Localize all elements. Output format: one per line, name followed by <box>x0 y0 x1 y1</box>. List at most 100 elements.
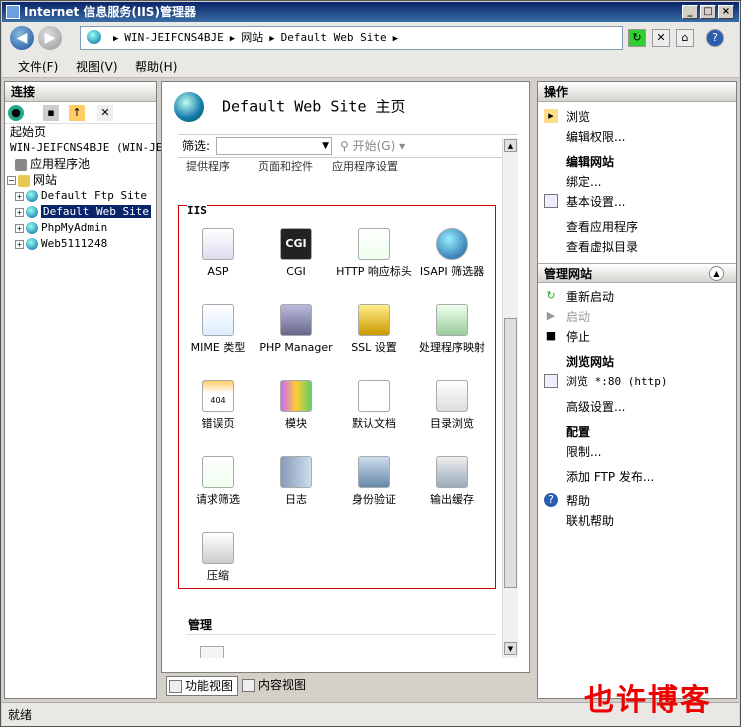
minimize-button[interactable]: _ <box>682 5 698 19</box>
scroll-thumb[interactable] <box>504 318 517 588</box>
action-basic-settings[interactable]: 基本设置... <box>566 193 625 210</box>
binoculars-icon: ⚲ <box>340 139 353 153</box>
disconnect-icon[interactable]: ✕ <box>97 105 113 121</box>
menu-file[interactable]: 文件(F) <box>18 58 58 75</box>
address-segment-site[interactable]: Default Web Site <box>281 31 387 44</box>
tab-features-view[interactable]: 功能视图 <box>166 676 239 696</box>
feature-default-document[interactable]: 默认文档 <box>335 380 413 430</box>
feature-compression[interactable]: 压缩 <box>179 532 257 582</box>
start-filter-button[interactable]: ⚲ 开始(G) ▾ <box>340 135 405 157</box>
action-restart[interactable]: 重新启动 <box>566 288 614 305</box>
connect-icon[interactable]: ● <box>8 105 24 121</box>
action-advanced-settings[interactable]: 高级设置... <box>566 398 625 415</box>
default-document-icon <box>358 380 390 412</box>
tree-app-pools[interactable]: 应用程序池 <box>5 156 156 172</box>
configuration-editor-icon[interactable] <box>200 646 224 658</box>
collapse-icon[interactable]: − <box>7 176 16 185</box>
globe-icon <box>26 238 38 250</box>
save-icon[interactable]: ▪ <box>43 105 59 121</box>
help-icon[interactable]: ? <box>706 29 724 47</box>
expand-icon[interactable]: + <box>15 223 24 233</box>
tree-site-item[interactable]: + Web5111248 <box>5 236 156 252</box>
feature-modules[interactable]: 模块 <box>257 380 335 430</box>
action-limits[interactable]: 限制... <box>566 443 601 460</box>
expand-icon[interactable]: + <box>15 239 24 249</box>
cut-feature-label[interactable]: 应用程序设置 <box>332 158 398 174</box>
output-caching-icon <box>436 456 468 488</box>
back-button[interactable]: ◀ <box>10 26 34 50</box>
tree-sites[interactable]: − 网站 <box>5 172 156 188</box>
app-pool-icon <box>15 158 27 171</box>
php-manager-icon <box>280 304 312 336</box>
feature-isapi-filters[interactable]: ISAPI 筛选器 <box>413 228 491 278</box>
cut-feature-label[interactable]: 页面和控件 <box>258 158 313 174</box>
feature-cgi[interactable]: CGI CGI <box>257 228 335 278</box>
expand-icon[interactable]: + <box>15 207 24 217</box>
close-button[interactable]: × <box>718 5 734 19</box>
browse-folder-icon: ▸ <box>544 109 558 123</box>
feature-authentication[interactable]: 身份验证 <box>335 456 413 506</box>
window-title: Internet 信息服务(IIS)管理器 <box>24 5 196 19</box>
feature-error-pages[interactable]: 404 错误页 <box>179 380 257 430</box>
tree-site-item[interactable]: + Default Ftp Site <box>5 188 156 204</box>
filter-input[interactable]: ▼ <box>216 137 332 155</box>
http-headers-icon <box>358 228 390 260</box>
action-view-applications[interactable]: 查看应用程序 <box>566 218 638 235</box>
tab-content-view[interactable]: 内容视图 <box>240 676 306 696</box>
connections-title: 连接 <box>5 82 156 102</box>
menu-bar: 文件(F) 视图(V) 帮助(H) <box>2 54 739 78</box>
action-edit-permissions[interactable]: 编辑权限... <box>566 128 625 145</box>
scroll-down-icon[interactable]: ▼ <box>504 642 517 655</box>
action-stop[interactable]: 停止 <box>566 328 590 345</box>
home-icon[interactable]: ⌂ <box>676 29 694 47</box>
feature-http-headers[interactable]: HTTP 响应标头 <box>335 228 413 278</box>
action-online-help[interactable]: 联机帮助 <box>566 512 614 529</box>
address-bar[interactable]: ▶ WIN-JEIFCNS4BJE ▶ 网站 ▶ Default Web Site ▶ <box>80 26 623 50</box>
action-view-virtual-directories[interactable]: 查看虚拟目录 <box>566 238 638 255</box>
feature-ssl-settings[interactable]: SSL 设置 <box>335 304 413 354</box>
collapse-section-icon[interactable]: ▲ <box>709 266 724 281</box>
maximize-button[interactable]: □ <box>700 5 716 19</box>
management-group-title: 管理 <box>188 618 213 632</box>
features-scrollbar[interactable]: ▲ ▼ <box>502 138 518 658</box>
menu-view[interactable]: 视图(V) <box>76 58 118 75</box>
feature-handler-mappings[interactable]: 处理程序映射 <box>413 304 491 354</box>
tree-site-item[interactable]: + Default Web Site <box>5 204 156 220</box>
menu-help[interactable]: 帮助(H) <box>135 58 177 75</box>
feature-asp[interactable]: ASP <box>179 228 257 278</box>
feature-php-manager[interactable]: PHP Manager <box>257 304 335 354</box>
action-bindings[interactable]: 绑定... <box>566 173 601 190</box>
action-add-ftp-publishing[interactable]: 添加 FTP 发布... <box>566 468 654 485</box>
iis-app-icon <box>6 5 20 19</box>
feature-directory-browsing[interactable]: 目录浏览 <box>413 380 491 430</box>
expand-icon[interactable]: + <box>15 191 24 201</box>
cut-feature-label[interactable]: 提供程序 <box>186 158 230 174</box>
dropdown-arrow-icon[interactable]: ▼ <box>322 138 329 154</box>
feature-request-filtering[interactable]: 请求筛选 <box>179 456 257 506</box>
scroll-up-icon[interactable]: ▲ <box>504 139 517 152</box>
modules-icon <box>280 380 312 412</box>
restart-icon: ↻ <box>546 289 556 302</box>
address-segment-server[interactable]: WIN-JEIFCNS4BJE <box>124 31 223 44</box>
features-panel: Default Web Site 主页 筛选: ▼ ⚲ 开始(G) ▾ 提供程序… <box>161 81 530 673</box>
tree-start-page[interactable]: 起始页 <box>5 124 156 140</box>
address-segment-sites[interactable]: 网站 <box>241 31 263 44</box>
action-browse-80[interactable]: 浏览 *:80 (http) <box>566 373 667 389</box>
action-browse[interactable]: 浏览 <box>566 108 590 125</box>
feature-output-caching[interactable]: 输出缓存 <box>413 456 491 506</box>
action-help[interactable]: 帮助 <box>566 492 590 509</box>
stop-icon[interactable]: ✕ <box>652 29 670 47</box>
action-start[interactable]: 启动 <box>566 308 590 325</box>
iis-manager-window: Internet 信息服务(IIS)管理器 _ □ × ◀ ▶ ▶ WIN-JEI… <box>0 0 741 727</box>
management-divider <box>186 634 496 635</box>
stop-icon: ■ <box>545 329 557 342</box>
tree-server[interactable]: WIN-JEIFCNS4BJE (WIN-JEI <box>5 140 169 156</box>
globe-icon <box>87 30 101 44</box>
feature-logging[interactable]: 日志 <box>257 456 335 506</box>
up-folder-icon[interactable]: ↑ <box>69 105 85 121</box>
refresh-icon[interactable]: ↻ <box>628 29 646 47</box>
tree-site-item[interactable]: + PhpMyAdmin <box>5 220 156 236</box>
feature-mime-types[interactable]: MIME 类型 <box>179 304 257 354</box>
cgi-icon: CGI <box>280 228 312 260</box>
forward-button[interactable]: ▶ <box>38 26 62 50</box>
